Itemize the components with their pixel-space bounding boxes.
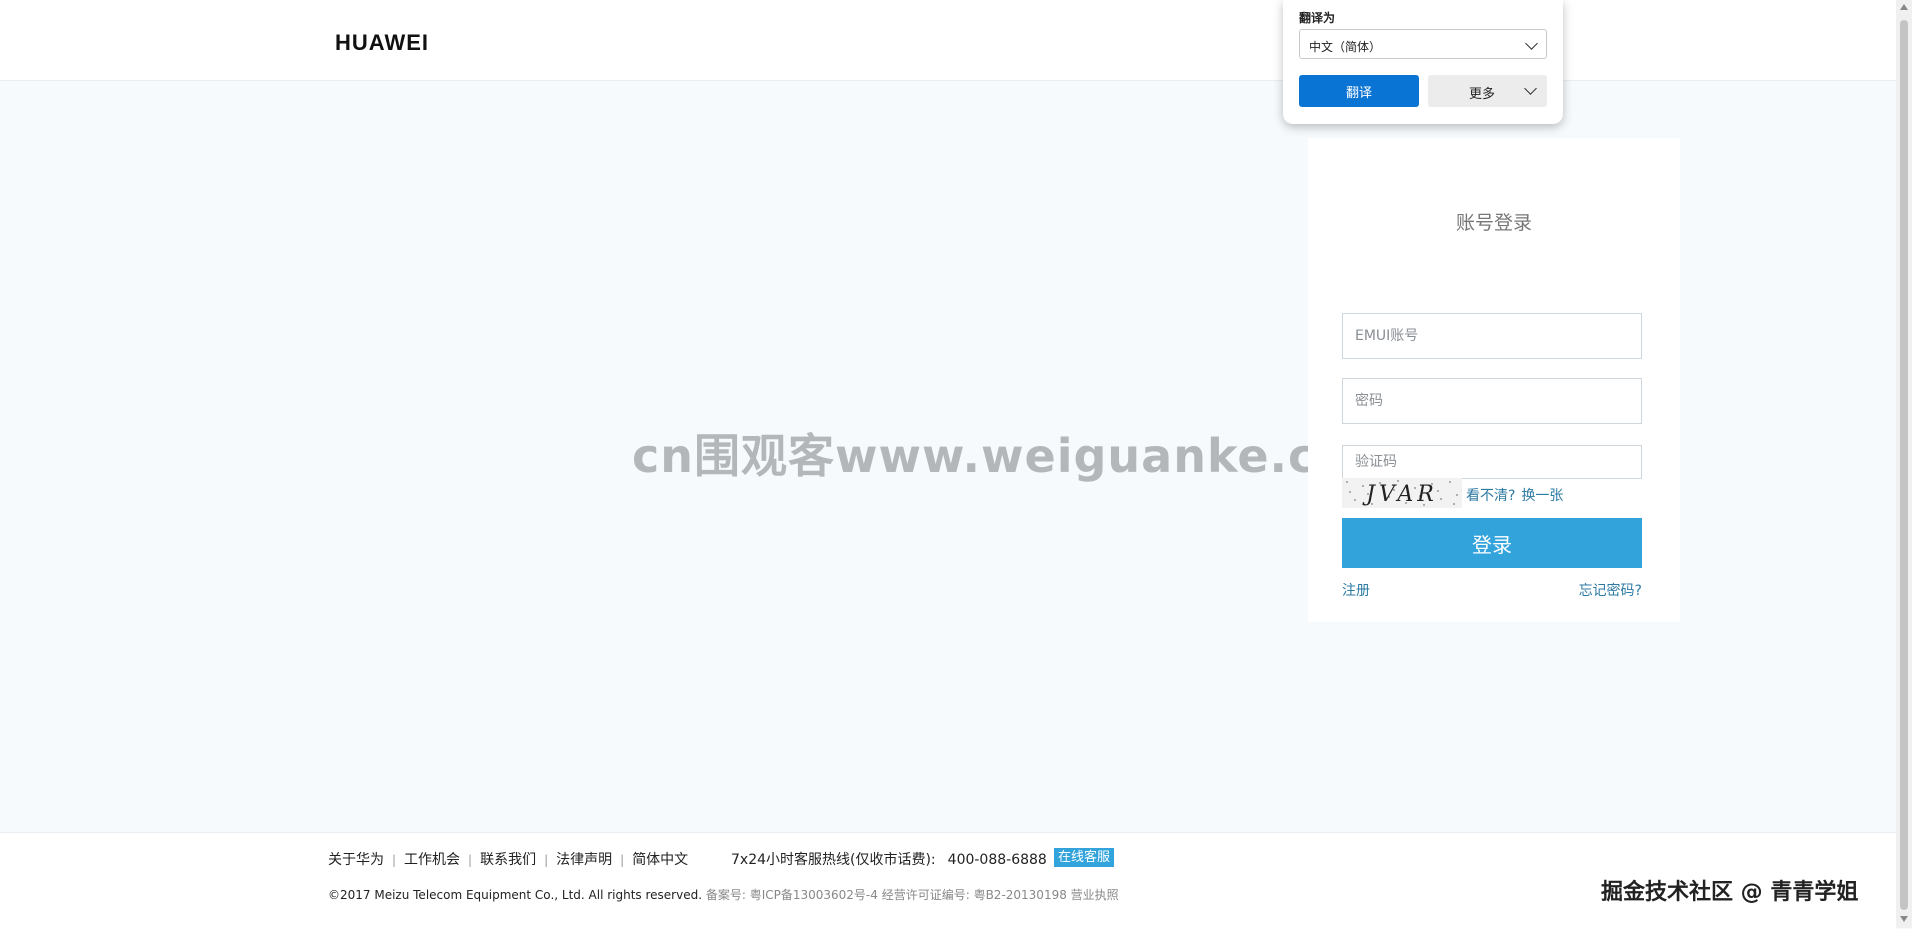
translate-to-label: 翻译为 xyxy=(1299,11,1336,25)
account-input[interactable] xyxy=(1342,313,1642,359)
captcha-unclear-link[interactable]: 看不清? xyxy=(1466,488,1515,504)
login-button[interactable]: 登录 xyxy=(1342,518,1642,568)
copyright-text: ©2017 Meizu Telecom Equipment Co., Ltd. … xyxy=(328,888,703,902)
footer-link-legal[interactable]: 法律声明 xyxy=(556,852,612,868)
divider: | xyxy=(620,853,625,867)
hotline-label: 7x24小时客服热线(仅收市话费): xyxy=(731,852,936,868)
footer-link-contact[interactable]: 联系我们 xyxy=(480,852,536,868)
login-card: 账号登录 JVAR 看不清? 换一张 登录 注册 忘记密码? xyxy=(1308,138,1680,622)
captcha-refresh-link[interactable]: 换一张 xyxy=(1521,488,1563,504)
site-watermark: cn围观客www.weiguanke.cn xyxy=(632,429,1351,483)
chevron-down-icon xyxy=(1525,37,1538,50)
password-input[interactable] xyxy=(1342,378,1642,424)
forgot-password-link[interactable]: 忘记密码? xyxy=(1579,580,1642,600)
hotline: 7x24小时客服热线(仅收市话费): 400-088-6888 xyxy=(731,849,1047,869)
footer-link-about[interactable]: 关于华为 xyxy=(328,852,384,868)
more-button[interactable]: 更多 xyxy=(1428,75,1547,107)
copyright-line: ©2017 Meizu Telecom Equipment Co., Ltd. … xyxy=(328,886,1119,903)
captcha-image-text: JVAR xyxy=(1362,482,1438,507)
login-title: 账号登录 xyxy=(1455,212,1532,234)
beian-text[interactable]: 备案号: 粤ICP备13003602号-4 经营许可证编号: 粤B2-20130… xyxy=(706,888,1119,902)
language-select[interactable]: 中文（简体） xyxy=(1299,29,1547,59)
footer-link-jobs[interactable]: 工作机会 xyxy=(404,852,460,868)
divider: | xyxy=(468,853,473,867)
huawei-logo[interactable]: HUAWEI xyxy=(335,30,429,56)
footer-links: 关于华为 | 工作机会 | 联系我们 | 法律声明 | 简体中文 xyxy=(328,849,688,869)
divider: | xyxy=(392,853,397,867)
online-service-button[interactable]: 在线客服 xyxy=(1054,848,1115,867)
scroll-down-arrow-icon[interactable] xyxy=(1900,916,1908,922)
footer-link-language[interactable]: 简体中文 xyxy=(632,852,688,868)
translate-popup: 翻译为 中文（简体） 翻译 更多 xyxy=(1283,0,1563,124)
scroll-up-arrow-icon[interactable] xyxy=(1900,4,1908,10)
juejin-watermark: 掘金技术社区 @ 青青学姐 xyxy=(1601,880,1859,905)
register-link[interactable]: 注册 xyxy=(1342,580,1370,600)
selected-language: 中文（简体） xyxy=(1309,40,1382,54)
top-header: HUAWEI xyxy=(0,0,1912,81)
captcha-image[interactable]: JVAR xyxy=(1342,478,1462,508)
captcha-input[interactable] xyxy=(1342,445,1642,479)
translate-button[interactable]: 翻译 xyxy=(1299,75,1419,107)
captcha-actions: 看不清? 换一张 xyxy=(1466,485,1569,505)
more-button-label: 更多 xyxy=(1469,87,1496,102)
scroll-thumb[interactable] xyxy=(1900,20,1908,910)
chevron-down-icon xyxy=(1524,82,1537,95)
divider: | xyxy=(544,853,549,867)
hotline-number: 400-088-6888 xyxy=(947,852,1047,868)
page-scrollbar[interactable] xyxy=(1896,0,1912,928)
